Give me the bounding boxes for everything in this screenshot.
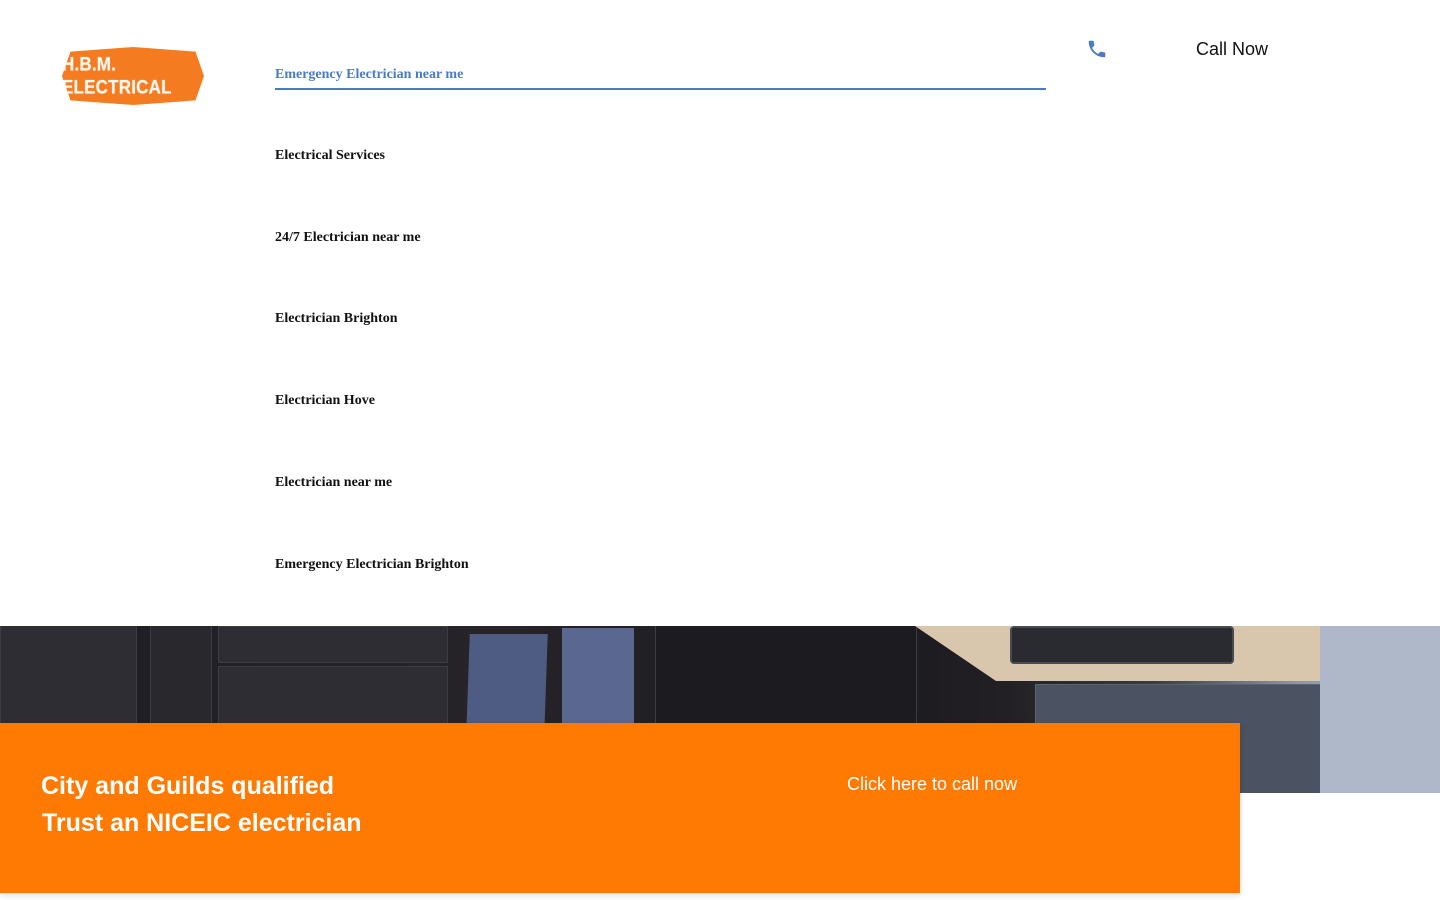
logo-text: H.B.M. ELECTRICAL (62, 53, 172, 98)
nav-item-electrician-near-me[interactable]: Electrician near me (275, 475, 392, 491)
qualification-banner: City and Guilds qualified Trust an NICEI… (0, 723, 1240, 893)
nav-item-electrician-hove[interactable]: Electrician Hove (275, 393, 375, 409)
towel-shape (466, 634, 548, 734)
banner-line-niceic: Trust an NICEIC electrician (42, 809, 362, 837)
banner-line-city-guilds: City and Guilds qualified (41, 772, 335, 800)
nav-item-emergency-electrician-near-me[interactable]: Emergency Electrician near me (275, 67, 463, 83)
phone-icon[interactable] (1086, 38, 1108, 60)
sink-shape (1010, 626, 1234, 664)
towel-shape (562, 628, 634, 728)
nav-item-electrical-services[interactable]: Electrical Services (275, 148, 385, 164)
cabinet-shape (218, 626, 448, 663)
nav-item-electrician-brighton[interactable]: Electrician Brighton (275, 311, 398, 327)
call-now-link[interactable]: Call Now (1196, 39, 1268, 60)
wall-shape (1320, 626, 1440, 793)
active-nav-underline (275, 88, 1046, 90)
click-to-call-link[interactable]: Click here to call now (847, 774, 1017, 795)
nav-item-emergency-electrician-brighton[interactable]: Emergency Electrician Brighton (275, 557, 469, 573)
hbm-electrical-logo[interactable]: H.B.M. ELECTRICAL (62, 47, 204, 105)
site-header: H.B.M. ELECTRICAL Emergency Electrician … (0, 0, 1440, 626)
nav-item-247-electrician-near-me[interactable]: 24/7 Electrician near me (275, 230, 421, 246)
